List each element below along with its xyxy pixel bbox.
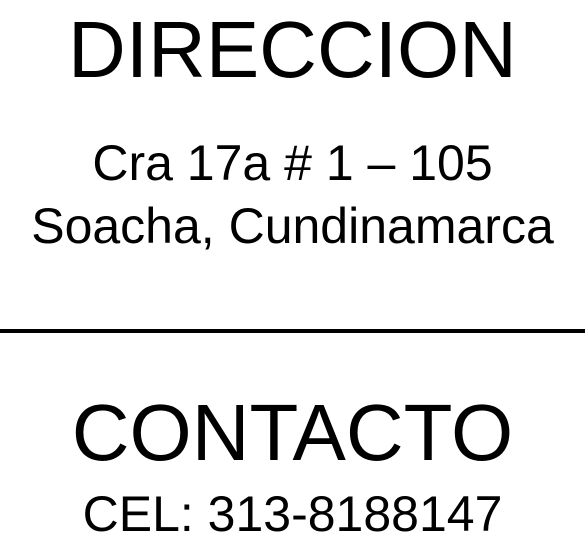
direccion-heading: DIRECCION [68, 5, 517, 94]
phone-number: CEL: 313-8188147 [82, 486, 503, 542]
address-street-line: Cra 17a # 1 – 105 [92, 135, 493, 191]
section-divider [0, 329, 585, 333]
address-city-line: Soacha, Cundinamarca [31, 198, 554, 254]
contacto-heading: CONTACTO [71, 388, 514, 477]
